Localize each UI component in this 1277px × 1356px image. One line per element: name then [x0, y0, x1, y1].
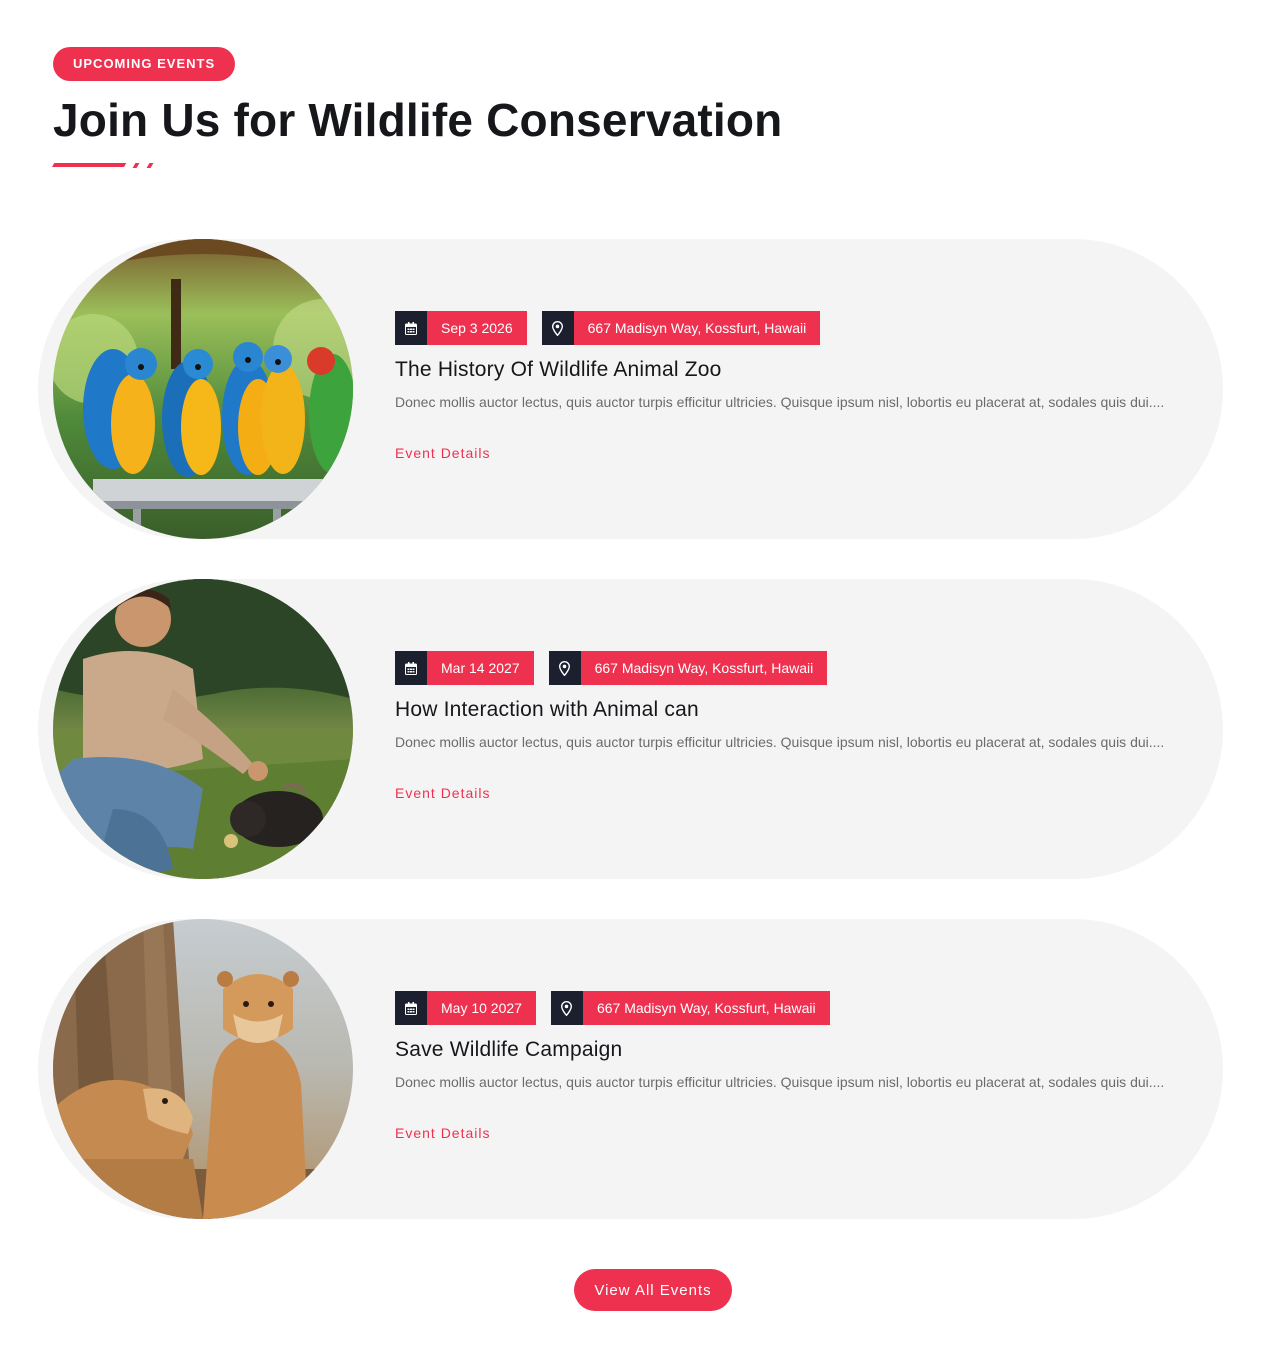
event-card: Mar 14 2027 667 Madisyn Way, Kossfurt, H…	[38, 579, 1223, 879]
map-pin-icon	[541, 311, 574, 345]
event-details-link[interactable]: Event Details	[395, 445, 490, 461]
title-underline-decoration	[52, 163, 162, 171]
event-location: 667 Madisyn Way, Kossfurt, Hawaii	[550, 991, 830, 1025]
event-location: 667 Madisyn Way, Kossfurt, Hawaii	[548, 651, 828, 685]
view-all-events-button[interactable]: View All Events	[574, 1269, 732, 1311]
map-pin-icon	[548, 651, 581, 685]
event-date: Mar 14 2027	[395, 651, 534, 685]
event-date: May 10 2027	[395, 991, 536, 1025]
event-image-lionesses[interactable]	[53, 919, 353, 1219]
event-description: Donec mollis auctor lectus, quis auctor …	[395, 734, 1165, 750]
event-title[interactable]: The History Of Wildlife Animal Zoo	[395, 358, 722, 382]
calendar-icon	[395, 991, 427, 1025]
event-date: Sep 3 2026	[395, 311, 527, 345]
section-tag: UPCOMING EVENTS	[53, 47, 236, 81]
event-description: Donec mollis auctor lectus, quis auctor …	[395, 394, 1165, 410]
calendar-icon	[395, 651, 427, 685]
event-card: Sep 3 2026 667 Madisyn Way, Kossfurt, Ha…	[38, 239, 1223, 539]
calendar-icon	[395, 311, 427, 345]
event-location: 667 Madisyn Way, Kossfurt, Hawaii	[541, 311, 821, 345]
section-title: Join Us for Wildlife Conservation	[53, 94, 783, 146]
event-details-link[interactable]: Event Details	[395, 785, 490, 801]
event-title[interactable]: How Interaction with Animal can	[395, 698, 699, 722]
event-details-link[interactable]: Event Details	[395, 1125, 490, 1141]
event-description: Donec mollis auctor lectus, quis auctor …	[395, 1074, 1165, 1090]
event-title[interactable]: Save Wildlife Campaign	[395, 1038, 622, 1062]
event-card: May 10 2027 667 Madisyn Way, Kossfurt, H…	[38, 919, 1223, 1219]
event-image-parrots[interactable]	[53, 239, 353, 539]
events-section: UPCOMING EVENTS Join Us for Wildlife Con…	[0, 0, 1277, 1356]
map-pin-icon	[550, 991, 583, 1025]
event-image-man-with-animal[interactable]	[53, 579, 353, 879]
